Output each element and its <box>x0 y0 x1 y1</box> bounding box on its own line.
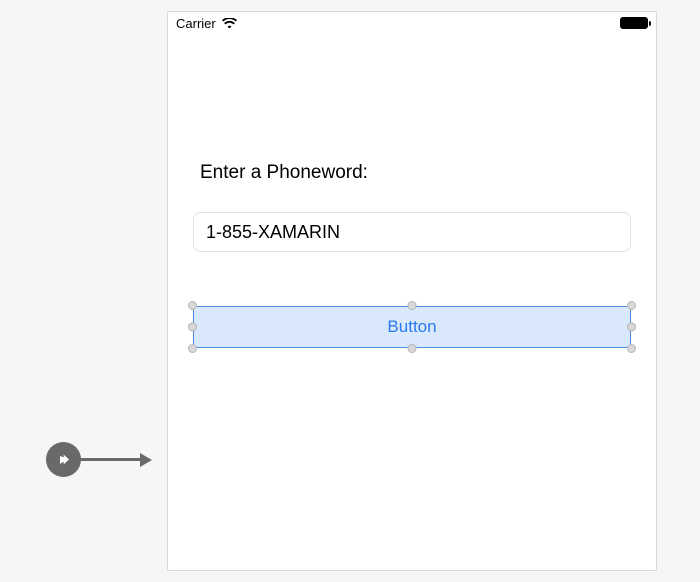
selection-handle[interactable] <box>408 301 417 310</box>
button-selection-wrapper[interactable]: Button <box>193 306 631 348</box>
selection-handle[interactable] <box>188 323 197 332</box>
selection-handle[interactable] <box>408 344 417 353</box>
arrow-head-icon <box>140 453 152 467</box>
translate-button[interactable]: Button <box>193 306 631 348</box>
phoneword-heading: Enter a Phoneword: <box>200 162 656 184</box>
ios-simulator-frame: Carrier Enter a Phoneword: Button <box>167 11 657 571</box>
selection-handle[interactable] <box>627 344 636 353</box>
status-bar: Carrier <box>168 12 656 34</box>
main-form: Enter a Phoneword: Button <box>168 34 656 348</box>
wifi-icon <box>222 18 237 29</box>
phoneword-input[interactable] <box>193 212 631 252</box>
selection-handle[interactable] <box>627 323 636 332</box>
button-label: Button <box>387 317 436 337</box>
arrow-line <box>79 458 141 461</box>
drag-indicator-arrow <box>46 442 152 477</box>
battery-icon <box>620 17 648 29</box>
status-bar-left: Carrier <box>176 16 237 31</box>
carrier-label: Carrier <box>176 16 216 31</box>
selection-handle[interactable] <box>627 301 636 310</box>
selection-handle[interactable] <box>188 301 197 310</box>
drag-origin-icon <box>46 442 81 477</box>
selection-handle[interactable] <box>188 344 197 353</box>
